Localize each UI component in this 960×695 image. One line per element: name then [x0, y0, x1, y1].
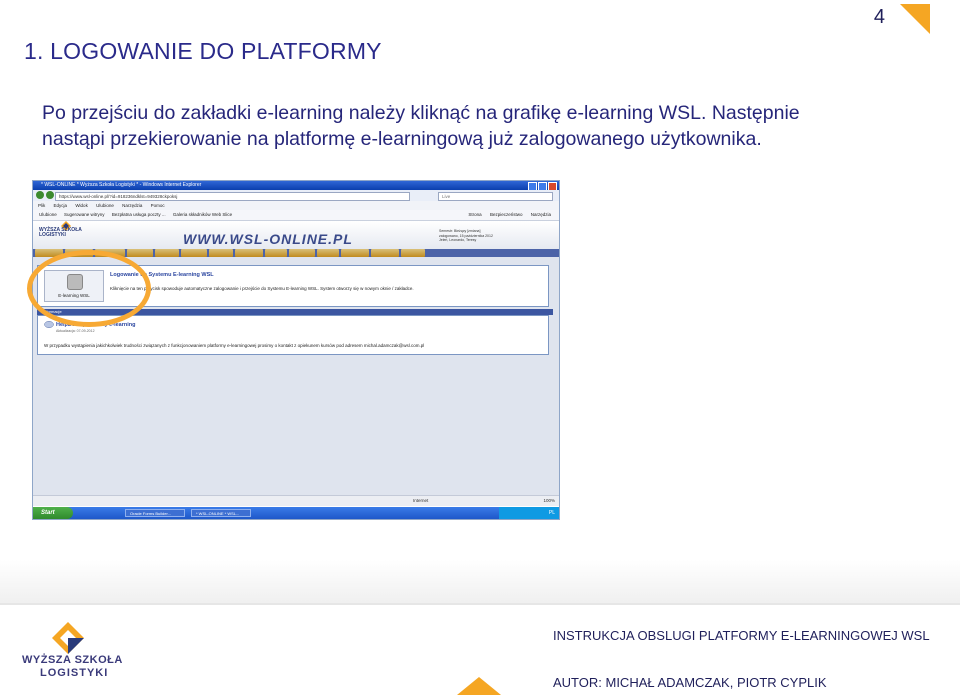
site-tab[interactable]: [181, 249, 207, 257]
taskbar-item[interactable]: Oracle Forms Builder...: [125, 509, 185, 517]
site-banner: WWW.WSL-ONLINE.PL: [183, 231, 353, 247]
status-zoom[interactable]: 100%: [543, 496, 555, 506]
section-title: 1. LOGOWANIE DO PLATFORMY: [24, 38, 382, 64]
intro-line-2: nastąpi przekierowanie na platformę e-le…: [42, 128, 762, 150]
favorites-suggested-sites[interactable]: Sugerowane witryny: [64, 212, 105, 217]
site-tab[interactable]: [265, 249, 287, 257]
helpdesk-text: W przypadku wystąpienia jakichkolwiek tr…: [44, 343, 425, 348]
site-tab[interactable]: [317, 249, 339, 257]
site-tab[interactable]: [401, 249, 425, 257]
tools-menu[interactable]: Narzędzia: [531, 212, 551, 217]
favorites-web-slice-gallery[interactable]: Galeria składników Web Slice: [173, 212, 232, 217]
intro-paragraph: Po przejściu do zakładki e-learning nale…: [42, 100, 922, 152]
site-tab[interactable]: [341, 249, 369, 257]
browser-menu-bar: Plik Edycja Widok Ulubione Narzędzia Pom…: [33, 201, 559, 210]
user-info-line: Jeleń, Leonardo, Teresy: [439, 238, 477, 242]
taskbar-item[interactable]: * WSL-ONLINE * WSL...: [191, 509, 251, 517]
footer-document-title: INSTRUKCJA OBSLUGI PLATFORMY E-LEARNINGO…: [553, 628, 930, 643]
site-tab[interactable]: [289, 249, 315, 257]
menu-item-view[interactable]: Widok: [75, 203, 88, 208]
menu-item-edit[interactable]: Edycja: [54, 203, 68, 208]
address-input[interactable]: https://www.wsl-online.pl/?id=918236ndkl…: [55, 192, 410, 201]
corner-triangle-decoration: [900, 4, 930, 34]
browser-title-bar: * WSL-ONLINE * Wyższa Szkoła Logistyki *…: [33, 181, 559, 191]
window-controls: [528, 182, 557, 191]
menu-item-favorites[interactable]: Ulubione: [96, 203, 114, 208]
browser-window-title: * WSL-ONLINE * Wyższa Szkoła Logistyki *…: [41, 182, 202, 188]
menu-item-help[interactable]: Pomoc: [151, 203, 165, 208]
intro-line-1: Po przejściu do zakładki e-learning nale…: [42, 102, 800, 124]
forward-icon[interactable]: [46, 191, 54, 199]
footer-logo-line1: WYŻSZA SZKOŁA: [22, 654, 123, 666]
speech-bubble-icon: [44, 321, 54, 328]
footer-authors: AUTOR: MICHAŁ ADAMCZAK, PIOTR CYPLIK: [553, 675, 827, 690]
site-logo-line2: LOGISTYKI: [39, 232, 66, 238]
page-number: 4: [873, 6, 885, 28]
system-tray: PL: [499, 507, 559, 519]
helpdesk-date: Aktualizacja: 07-09-2012: [56, 329, 95, 333]
site-tab[interactable]: [235, 249, 263, 257]
user-info: Semestr: Bieżący [zmiana] zalogowano, 15…: [439, 229, 509, 243]
menu-item-file[interactable]: Plik: [38, 203, 45, 208]
highlight-ring: [27, 250, 151, 327]
site-logo[interactable]: WYŻSZA SZKOŁA LOGISTYKI: [39, 228, 82, 238]
footer-triangle-decoration: [457, 677, 501, 695]
browser-screenshot: * WSL-ONLINE * Wyższa Szkoła Logistyki *…: [32, 180, 560, 520]
site-tab[interactable]: [127, 249, 153, 257]
start-button[interactable]: Start: [33, 507, 73, 519]
site-tab[interactable]: [371, 249, 399, 257]
menu-item-tools[interactable]: Narzędzia: [122, 203, 142, 208]
page-menu[interactable]: Strona: [468, 212, 481, 217]
favorites-free-mail[interactable]: Bezpłatna usługa poczty ...: [112, 212, 166, 217]
windows-taskbar: Start Oracle Forms Builder... * WSL-ONLI…: [33, 507, 559, 519]
safety-menu[interactable]: Bezpieczeństwo: [490, 212, 523, 217]
login-panel-text: Kliknięcie na ten przycisk spowoduje aut…: [110, 286, 414, 291]
nav-buttons: [36, 191, 54, 199]
site-header: WYŻSZA SZKOŁA LOGISTYKI WWW.WSL-ONLINE.P…: [33, 221, 559, 257]
status-zone: Internet: [413, 498, 429, 503]
footer-band: [0, 560, 960, 605]
footer-divider: [0, 603, 960, 605]
site-tab[interactable]: [209, 249, 233, 257]
command-bar: Strona Bezpieczeństwo Narzędzia: [461, 210, 551, 220]
favorites-bar: Ulubione Sugerowane witryny Bezpłatna us…: [33, 210, 559, 221]
browser-status-bar: Internet 100%: [33, 495, 559, 506]
search-input[interactable]: Live: [438, 192, 553, 201]
favorites-button[interactable]: Ulubione: [39, 212, 57, 217]
footer-logo-line2: LOGISTYKI: [40, 667, 109, 679]
back-icon[interactable]: [36, 191, 44, 199]
site-tab[interactable]: [155, 249, 179, 257]
